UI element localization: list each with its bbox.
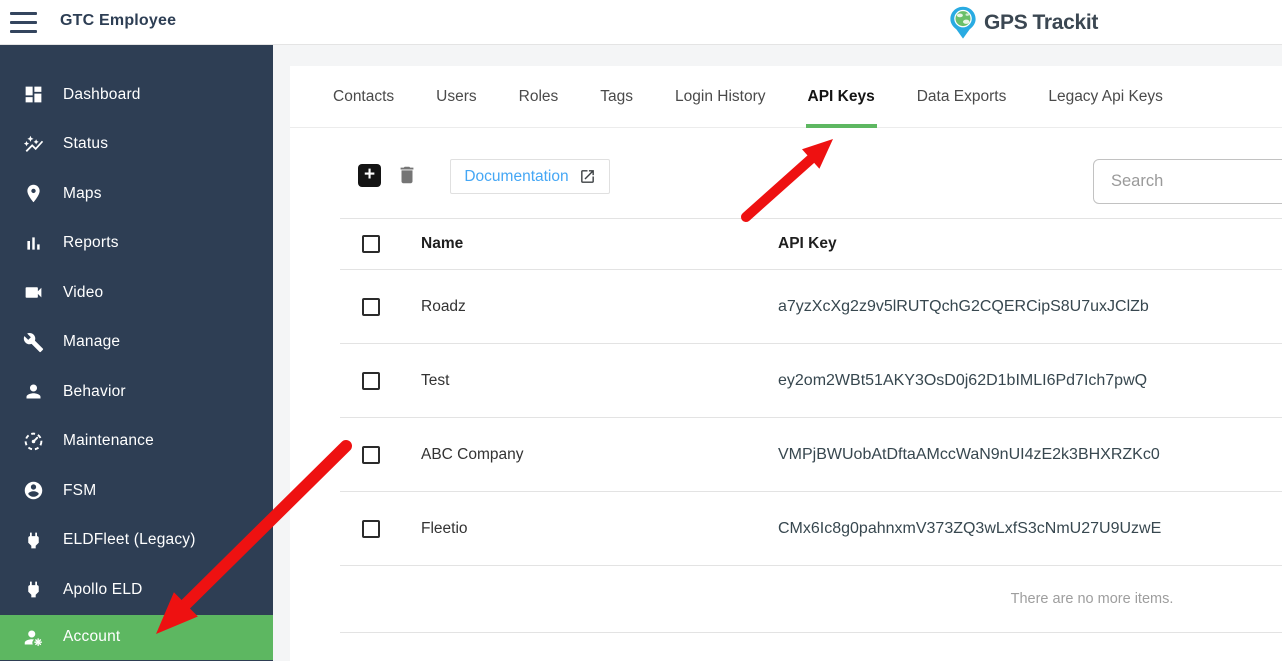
- sidebar-item-dashboard[interactable]: Dashboard: [0, 70, 273, 120]
- sidebar-item-eldfleet-legacy[interactable]: ELDFleet (Legacy): [0, 516, 273, 566]
- gauge-icon: [22, 430, 44, 452]
- account-panel-card: Contacts Users Roles Tags Login History …: [290, 66, 1282, 661]
- sidebar-item-reports[interactable]: Reports: [0, 219, 273, 269]
- external-link-icon: [580, 170, 594, 183]
- row-checkbox[interactable]: [362, 371, 380, 390]
- wrench-icon: [22, 331, 44, 353]
- api-key-value: VMPjBWUobAtDftaAMccWaN9nUI4zE2k3BHXRZKc0: [778, 445, 1160, 463]
- sidebar-item-maps[interactable]: Maps: [0, 169, 273, 219]
- dashboard-icon: [22, 84, 44, 106]
- sidebar-item-manage[interactable]: Manage: [0, 318, 273, 368]
- bar-chart-icon: [22, 232, 44, 254]
- top-header: GTC Employee GPS Trackit: [0, 0, 1282, 45]
- tab-tags[interactable]: Tags: [600, 66, 633, 128]
- sidebar-item-account[interactable]: Account: [0, 614, 273, 660]
- gps-trackit-logo: GPS Trackit: [948, 6, 1098, 40]
- sidebar-item-video[interactable]: Video: [0, 268, 273, 318]
- api-key-name: Test: [421, 371, 450, 389]
- person-circle-icon: [22, 480, 44, 502]
- logo-pin-globe-icon: [950, 6, 976, 39]
- api-key-name: Fleetio: [421, 519, 468, 537]
- column-header-name: Name: [421, 235, 464, 252]
- sidebar-item-status[interactable]: Status: [0, 120, 273, 170]
- api-keys-table: Name API Key Roadz a7yzXcXg2z9v5lRUTQchG…: [340, 218, 1282, 633]
- account-tab-bar: Contacts Users Roles Tags Login History …: [290, 66, 1282, 128]
- table-row[interactable]: Roadz a7yzXcXg2z9v5lRUTQchG2CQERCipS8U7u…: [340, 270, 1282, 344]
- active-tab-underline: [805, 123, 877, 128]
- api-key-value: CMx6Ic8g0pahnxmV373ZQ3wLxfS3cNmU27U9UzwE: [778, 519, 1162, 537]
- sidebar-item-behavior[interactable]: Behavior: [0, 367, 273, 417]
- tab-roles[interactable]: Roles: [519, 66, 559, 128]
- sidebar-item-fsm[interactable]: FSM: [0, 466, 273, 516]
- column-header-api-key: API Key: [778, 235, 837, 252]
- plug-icon: [22, 579, 44, 601]
- menu-icon[interactable]: [10, 12, 38, 33]
- map-pin-icon: [22, 183, 44, 205]
- delete-icon[interactable]: [396, 164, 418, 186]
- documentation-button[interactable]: Documentation: [450, 159, 610, 194]
- video-camera-icon: [22, 282, 44, 304]
- tab-legacy-api-keys[interactable]: Legacy Api Keys: [1048, 66, 1163, 128]
- tab-contacts[interactable]: Contacts: [333, 66, 394, 128]
- table-header-row: Name API Key: [340, 218, 1282, 270]
- add-api-key-button[interactable]: +: [358, 164, 381, 187]
- sidebar-nav: Dashboard Status Maps Reports Video Mana…: [0, 45, 273, 661]
- row-checkbox[interactable]: [362, 519, 380, 538]
- plug-icon: [22, 529, 44, 551]
- api-key-value: ey2om2WBt51AKY3OsD0j62D1bIMLI6Pd7Ich7pwQ: [778, 371, 1148, 389]
- no-more-items-text: There are no more items.: [1010, 591, 1174, 607]
- select-all-checkbox[interactable]: [362, 235, 380, 253]
- sidebar-item-maintenance[interactable]: Maintenance: [0, 417, 273, 467]
- search-input[interactable]: [1093, 159, 1282, 204]
- api-key-name: ABC Company: [421, 445, 524, 463]
- tab-api-keys[interactable]: API Keys: [805, 66, 877, 128]
- person-gear-icon: [22, 626, 44, 648]
- api-key-name: Roadz: [421, 297, 466, 315]
- sidebar-item-apollo-eld[interactable]: Apollo ELD: [0, 565, 273, 615]
- tab-data-exports[interactable]: Data Exports: [917, 66, 1007, 128]
- status-graph-icon: [22, 133, 44, 155]
- table-row[interactable]: Fleetio CMx6Ic8g0pahnxmV373ZQ3wLxfS3cNmU…: [340, 492, 1282, 566]
- table-row[interactable]: Test ey2om2WBt51AKY3OsD0j62D1bIMLI6Pd7Ic…: [340, 344, 1282, 418]
- row-checkbox[interactable]: [362, 445, 380, 464]
- api-key-value: a7yzXcXg2z9v5lRUTQchG2CQERCipS8U7uxJClZb: [778, 297, 1149, 315]
- logo-text: GPS Trackit: [984, 11, 1099, 34]
- row-checkbox[interactable]: [362, 297, 380, 316]
- account-context-title: GTC Employee: [60, 12, 177, 29]
- table-row[interactable]: ABC Company VMPjBWUobAtDftaAMccWaN9nUI4z…: [340, 418, 1282, 492]
- table-empty-row: There are no more items.: [340, 566, 1282, 633]
- tab-login-history[interactable]: Login History: [675, 66, 765, 128]
- person-icon: [22, 381, 44, 403]
- tab-users[interactable]: Users: [436, 66, 476, 128]
